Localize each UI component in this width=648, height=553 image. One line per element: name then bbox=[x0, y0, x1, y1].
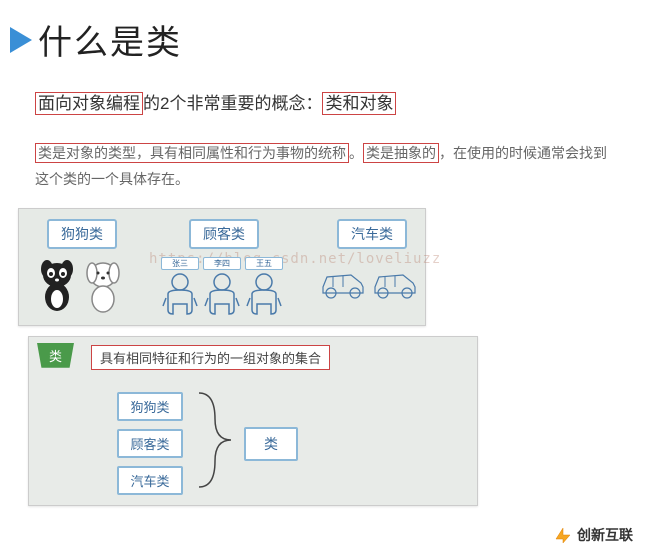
dog-class-label: 狗狗类 bbox=[47, 219, 117, 249]
class-aggregation-diagram: 类 具有相同特征和行为的一组对象的集合 狗狗类 顾客类 汽车类 类 bbox=[28, 336, 478, 506]
person-2-name: 李四 bbox=[203, 257, 241, 270]
intro-paragraph: 面向对象编程的2个非常重要的概念：类和对象 bbox=[0, 74, 648, 130]
cars-row bbox=[319, 265, 419, 301]
class-examples-diagram: 狗狗类 顾客类 汽车类 https://blog.csdn.net/loveli… bbox=[18, 208, 426, 326]
text-period: 。 bbox=[349, 145, 363, 161]
header: 什么是类 bbox=[0, 0, 648, 74]
person-3-name: 王五 bbox=[245, 257, 283, 270]
triangle-icon bbox=[10, 27, 32, 53]
car-class-label: 汽车类 bbox=[337, 219, 407, 249]
person-1: 张三 bbox=[161, 257, 199, 323]
logo-text: 创新互联 bbox=[577, 525, 633, 545]
car-icon-1 bbox=[319, 265, 367, 301]
page-title: 什么是类 bbox=[38, 15, 182, 64]
class-definition: 具有相同特征和行为的一组对象的集合 bbox=[91, 345, 330, 370]
highlight-abstract: 类是抽象的 bbox=[363, 143, 439, 163]
highlight-oop: 面向对象编程 bbox=[35, 92, 143, 115]
dog-icon-2 bbox=[83, 257, 123, 313]
person-icon-3 bbox=[245, 272, 283, 318]
person-2: 李四 bbox=[203, 257, 241, 323]
highlight-class-object: 类和对象 bbox=[322, 92, 396, 115]
logo-icon bbox=[553, 525, 573, 545]
customer-class-label: 顾客类 bbox=[189, 219, 259, 249]
highlight-def1: 类是对象的类型，具有相同属性和行为事物的统称 bbox=[35, 143, 349, 163]
person-icon-2 bbox=[203, 272, 241, 318]
class-list: 狗狗类 顾客类 汽车类 bbox=[117, 392, 183, 503]
logo: 创新互联 bbox=[553, 525, 633, 545]
dogs-row bbox=[37, 257, 123, 313]
class-result: 类 bbox=[244, 427, 298, 461]
definition-paragraph: 类是对象的类型，具有相同属性和行为事物的统称。类是抽象的，在使用的时候通常会找到… bbox=[0, 130, 648, 203]
person-1-name: 张三 bbox=[161, 257, 199, 270]
class-tag: 类 bbox=[37, 343, 74, 368]
car-icon-2 bbox=[371, 265, 419, 301]
text-middle: 的2个非常重要的概念： bbox=[143, 94, 322, 113]
person-icon-1 bbox=[161, 272, 199, 318]
bracket-icon bbox=[195, 389, 235, 491]
class-item-customer: 顾客类 bbox=[117, 429, 183, 458]
class-item-car: 汽车类 bbox=[117, 466, 183, 495]
person-3: 王五 bbox=[245, 257, 283, 323]
people-row: 张三 李四 王五 bbox=[161, 257, 283, 323]
class-item-dog: 狗狗类 bbox=[117, 392, 183, 421]
dog-icon-1 bbox=[37, 257, 77, 313]
